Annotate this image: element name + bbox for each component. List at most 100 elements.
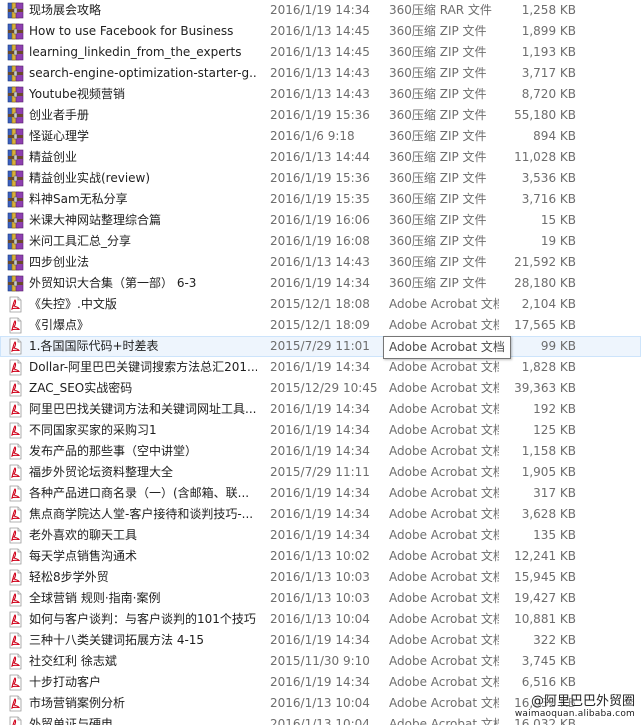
- file-list: 现场展会攻略 2016/1/19 14:34 360压缩 RAR 文件 1,258 K…: [0, 0, 641, 725]
- file-row[interactable]: 阿里巴巴找关键词方法和关键词网址工具... 2016/1/19 14:34 Adob…: [0, 399, 641, 420]
- pdf-document-icon: [7, 359, 24, 376]
- winrar-archive-icon: [7, 149, 24, 166]
- winrar-archive-icon: [7, 86, 24, 103]
- file-name: search-engine-optimization-starter-g...: [29, 66, 257, 80]
- file-type: Adobe Acrobat 文档: [389, 486, 499, 500]
- file-row[interactable]: 现场展会攻略 2016/1/19 14:34 360压缩 RAR 文件 1,258 K…: [0, 0, 641, 21]
- file-row[interactable]: search-engine-optimization-starter-g... 2…: [0, 63, 641, 84]
- file-date-modified: 2016/1/13 10:02: [270, 549, 370, 563]
- pdf-document-icon: [7, 443, 24, 460]
- file-row[interactable]: 各种产品进口商名录（一）(含邮箱、联... 2016/1/19 14:34 Adob…: [0, 483, 641, 504]
- type-tooltip: Adobe Acrobat 文档: [383, 336, 511, 359]
- file-size: 894 KB: [533, 129, 576, 143]
- file-type: 360压缩 ZIP 文件: [389, 24, 487, 38]
- file-size: 39,363 KB: [514, 381, 576, 395]
- file-name: 精益创业实战(review): [29, 171, 151, 185]
- pdf-document-icon: [7, 695, 24, 712]
- file-size: 21,592 KB: [514, 255, 576, 269]
- file-size: 322 KB: [533, 633, 576, 647]
- pdf-document-icon: [7, 464, 24, 481]
- file-row[interactable]: 老外喜欢的聊天工具 2016/1/19 14:34 Adobe Acrobat 文档…: [0, 525, 641, 546]
- file-name: ZAC_SEO实战密码: [29, 381, 133, 395]
- winrar-archive-icon: [7, 212, 24, 229]
- file-size: 3,536 KB: [521, 171, 576, 185]
- file-name: 不同国家买家的采购习1: [29, 423, 157, 437]
- file-row[interactable]: 《失控》.中文版 2015/12/1 18:08 Adobe Acrobat 文档 2…: [0, 294, 641, 315]
- pdf-document-icon: [7, 296, 24, 313]
- file-type: Adobe Acrobat 文档: [389, 423, 499, 437]
- winrar-archive-icon: [7, 275, 24, 292]
- file-row[interactable]: 外贸单证与硬电 2016/1/13 10:04 Adobe Acrobat 文档 16…: [0, 714, 641, 725]
- file-row[interactable]: Youtube视频营销 2016/1/13 14:43 360压缩 ZIP 文件 8,…: [0, 84, 641, 105]
- file-row[interactable]: 社交红利 徐志斌 2015/11/30 9:10 Adobe Acrobat 文档 3…: [0, 651, 641, 672]
- file-type: Adobe Acrobat 文档: [389, 591, 499, 605]
- file-type: Adobe Acrobat 文档: [389, 507, 499, 521]
- file-row[interactable]: 福步外贸论坛资料整理大全 2015/7/29 11:11 Adobe Acrobat…: [0, 462, 641, 483]
- pdf-document-icon: [7, 716, 24, 725]
- file-size: 3,716 KB: [521, 192, 576, 206]
- file-row[interactable]: 创业者手册 2016/1/19 15:36 360压缩 ZIP 文件 55,180 K…: [0, 105, 641, 126]
- file-name: 三种十八类关键词拓展方法 4-15: [29, 633, 205, 647]
- file-date-modified: 2016/1/13 10:04: [270, 717, 370, 725]
- file-size: 125 KB: [533, 423, 576, 437]
- file-row[interactable]: 市场营销案例分析 2016/1/13 10:04 Adobe Acrobat 文档 1…: [0, 693, 641, 714]
- file-size: 15,945 KB: [514, 570, 576, 584]
- file-name: 料神Sam无私分享: [29, 192, 128, 206]
- file-size: 1,193 KB: [521, 45, 576, 59]
- file-row[interactable]: 不同国家买家的采购习1 2016/1/19 14:34 Adobe Acrobat …: [0, 420, 641, 441]
- file-date-modified: 2016/1/19 14:34: [270, 675, 370, 689]
- file-row[interactable]: 外贸知识大合集（第一部） 6-3 2016/1/19 14:34 360压缩 ZIP…: [0, 273, 641, 294]
- file-row[interactable]: 轻松8步学外贸 2016/1/13 10:03 Adobe Acrobat 文档 15…: [0, 567, 641, 588]
- file-row[interactable]: 发布产品的那些事（空中讲堂） 2016/1/19 14:34 Adobe Acrob…: [0, 441, 641, 462]
- file-row[interactable]: 1.各国国际代码+时差表 2015/7/29 11:01 Adobe Acrobat…: [0, 336, 641, 357]
- file-row[interactable]: 三种十八类关键词拓展方法 4-15 2016/1/19 14:34 Adobe Ac…: [0, 630, 641, 651]
- file-row[interactable]: 如何与客户谈判：与客户谈判的101个技巧 2016/1/13 10:04 Adobe…: [0, 609, 641, 630]
- file-date-modified: 2016/1/13 14:45: [270, 45, 370, 59]
- pdf-document-icon: [7, 653, 24, 670]
- file-row[interactable]: Dollar-阿里巴巴关键词搜索方法总汇201... 2016/1/19 14:3…: [0, 357, 641, 378]
- file-row[interactable]: 全球营销 规则·指南·案例 2016/1/13 10:03 Adobe Acroba…: [0, 588, 641, 609]
- file-type: Adobe Acrobat 文档: [389, 318, 499, 332]
- file-row[interactable]: 四步创业法 2016/1/13 14:43 360压缩 ZIP 文件 21,592 K…: [0, 252, 641, 273]
- file-row[interactable]: How to use Facebook for Business 2016/1/1…: [0, 21, 641, 42]
- file-row[interactable]: 精益创业实战(review) 2016/1/19 15:36 360压缩 ZIP 文…: [0, 168, 641, 189]
- file-date-modified: 2016/1/6 9:18: [270, 129, 355, 143]
- file-date-modified: 2016/1/19 14:34: [270, 486, 370, 500]
- pdf-document-icon: [7, 401, 24, 418]
- file-row[interactable]: 十步打动客户 2016/1/19 14:34 Adobe Acrobat 文档 6,5…: [0, 672, 641, 693]
- file-size: 1,158 KB: [521, 444, 576, 458]
- file-row[interactable]: 精益创业 2016/1/13 14:44 360压缩 ZIP 文件 11,028 KB: [0, 147, 641, 168]
- file-size: 19,427 KB: [514, 591, 576, 605]
- file-row[interactable]: 每天学点销售沟通术 2016/1/13 10:02 Adobe Acrobat 文档…: [0, 546, 641, 567]
- file-row[interactable]: ZAC_SEO实战密码 2015/12/29 10:45 Adobe Acrobat…: [0, 378, 641, 399]
- winrar-archive-icon: [7, 107, 24, 124]
- file-row[interactable]: 米课大神网站整理综合篇 2016/1/19 16:06 360压缩 ZIP 文件 15…: [0, 210, 641, 231]
- file-date-modified: 2015/12/1 18:09: [270, 318, 370, 332]
- winrar-archive-icon: [7, 65, 24, 82]
- file-type: 360压缩 ZIP 文件: [389, 276, 487, 290]
- file-name: 四步创业法: [29, 255, 90, 269]
- pdf-document-icon: [7, 569, 24, 586]
- file-row[interactable]: 《引爆点》 2015/12/1 18:09 Adobe Acrobat 文档 17,5…: [0, 315, 641, 336]
- file-type: 360压缩 ZIP 文件: [389, 192, 487, 206]
- winrar-archive-icon: [7, 128, 24, 145]
- file-row[interactable]: 米问工具汇总_分享 2016/1/19 16:08 360压缩 ZIP 文件 19 K…: [0, 231, 641, 252]
- file-name: 市场营销案例分析: [29, 696, 126, 710]
- pdf-document-icon: [7, 527, 24, 544]
- pdf-document-icon: [7, 590, 24, 607]
- file-type: 360压缩 ZIP 文件: [389, 213, 487, 227]
- pdf-document-icon: [7, 317, 24, 334]
- file-size: 12,241 KB: [514, 549, 576, 563]
- file-row[interactable]: learning_linkedin_from_the_experts 2016/1…: [0, 42, 641, 63]
- file-size: 2,104 KB: [521, 297, 576, 311]
- file-date-modified: 2016/1/13 10:04: [270, 696, 370, 710]
- file-type: 360压缩 ZIP 文件: [389, 129, 487, 143]
- file-name: 每天学点销售沟通术: [29, 549, 138, 563]
- file-row[interactable]: 料神Sam无私分享 2016/1/19 15:35 360压缩 ZIP 文件 3,71…: [0, 189, 641, 210]
- file-row[interactable]: 怪诞心理学 2016/1/6 9:18 360压缩 ZIP 文件 894 KB: [0, 126, 641, 147]
- file-row[interactable]: 焦点商学院达人堂-客户接待和谈判技巧-... 2016/1/19 14:34 Ado…: [0, 504, 641, 525]
- file-date-modified: 2016/1/13 14:43: [270, 255, 370, 269]
- file-date-modified: 2016/1/19 14:34: [270, 633, 370, 647]
- pdf-document-icon: [7, 674, 24, 691]
- file-size: 1,258 KB: [521, 3, 576, 17]
